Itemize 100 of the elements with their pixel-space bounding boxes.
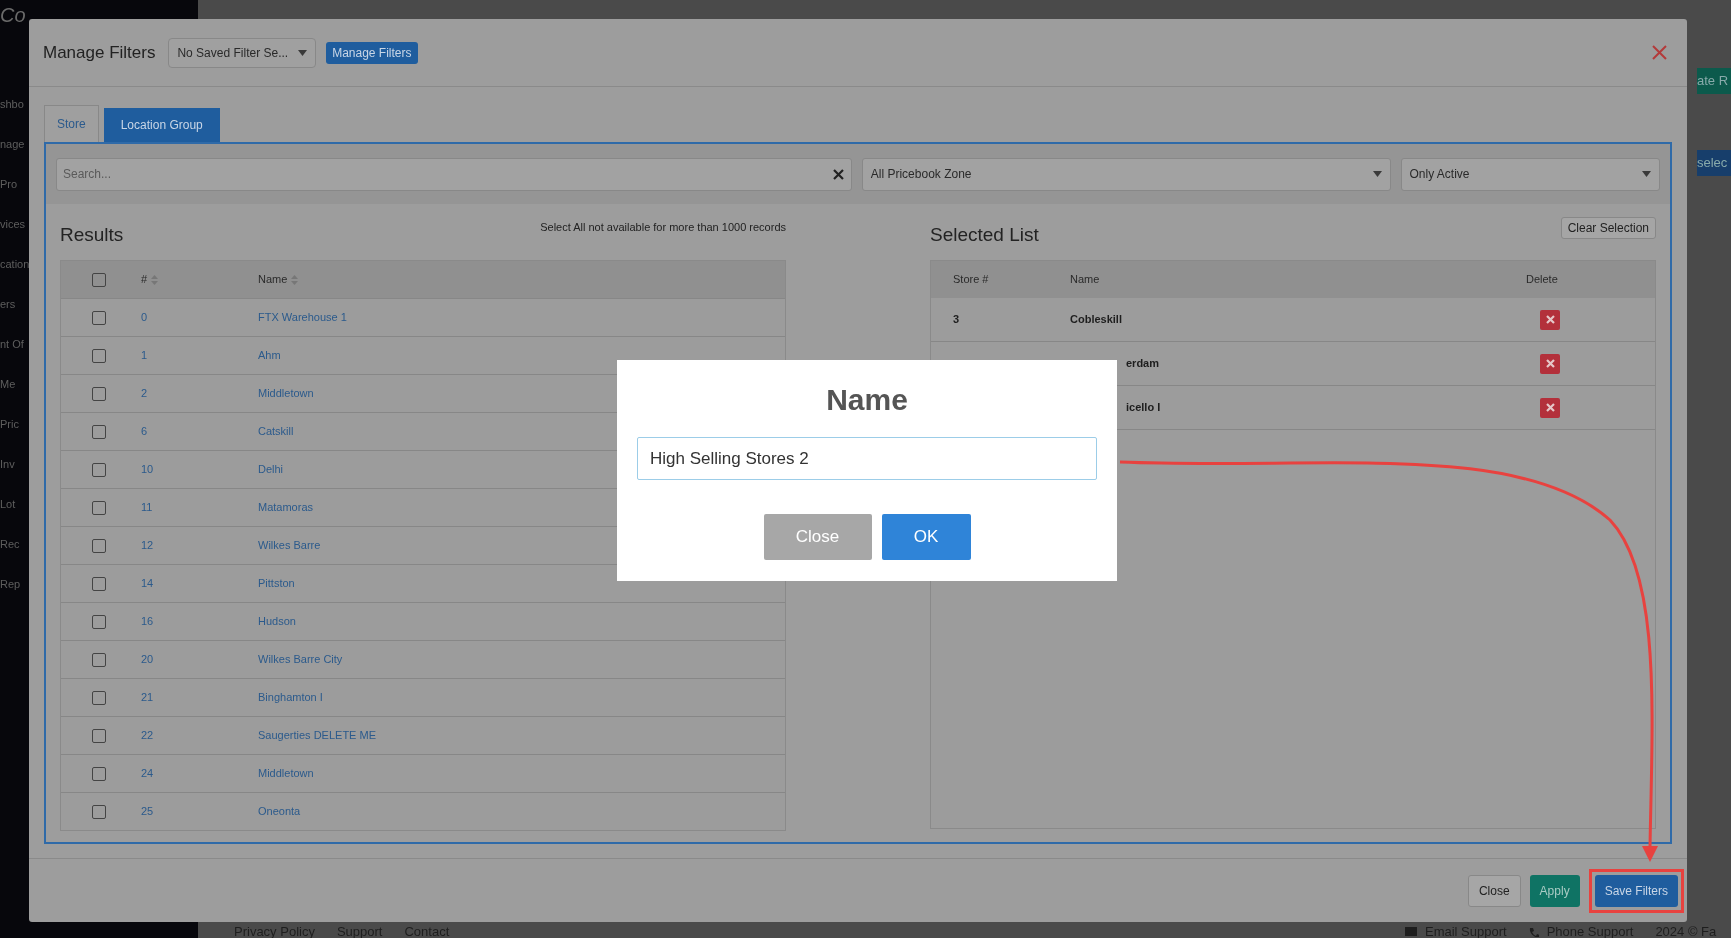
tab[interactable]: Store (44, 105, 99, 142)
sidebar-item[interactable]: Pric (0, 416, 19, 433)
save-filters-button[interactable]: Save Filters (1594, 874, 1678, 907)
column-header[interactable]: Name (258, 271, 288, 288)
close-icon[interactable] (1652, 45, 1667, 60)
table-link[interactable]: 1 (141, 347, 258, 364)
table-cell: erdam (1126, 357, 1160, 370)
sidebar-item[interactable]: ers (0, 296, 16, 313)
column-header: Name (1070, 272, 1101, 288)
table-link[interactable]: Pittston (258, 575, 295, 592)
checkbox[interactable] (92, 424, 106, 439)
sidebar-item[interactable]: nt Of (0, 336, 24, 353)
table-link[interactable]: Saugerties DELETE ME (258, 727, 376, 744)
table-link[interactable]: 2 (141, 385, 258, 402)
checkbox[interactable] (92, 690, 106, 705)
close-icon (1545, 359, 1555, 368)
caret-icon (298, 49, 308, 56)
envelope-icon (1405, 927, 1417, 937)
checkbox[interactable] (92, 272, 106, 287)
status-dropdown[interactable]: Only Active (1400, 157, 1660, 191)
delete-button[interactable] (1540, 397, 1560, 418)
sidebar-item[interactable]: Me (0, 376, 16, 393)
checkbox[interactable] (92, 766, 106, 781)
dialog-title: Name (826, 382, 908, 418)
table-link[interactable]: Delhi (258, 461, 284, 478)
page-button[interactable]: ate R (1697, 68, 1731, 94)
checkbox[interactable] (92, 804, 106, 819)
sidebar-item[interactable]: Pro (0, 176, 18, 193)
table-link[interactable]: Matamoras (258, 499, 314, 516)
checkbox[interactable] (92, 348, 106, 363)
delete-button[interactable] (1540, 353, 1560, 374)
clear-selection-button[interactable]: Clear Selection (1560, 217, 1656, 239)
table-link[interactable]: Hudson (258, 613, 296, 630)
sidebar-item[interactable]: vices (0, 216, 26, 233)
modal-title: Manage Filters (43, 41, 156, 64)
tab[interactable]: Location Group (103, 108, 220, 142)
section-title: Selected List (930, 222, 1039, 247)
column-header: Store # (953, 272, 990, 288)
checkbox[interactable] (92, 538, 106, 553)
search-field[interactable]: Search... (56, 157, 852, 191)
saved-filter-dropdown[interactable]: No Saved Filter Se... (168, 37, 317, 68)
sidebar-item[interactable]: Inv (0, 456, 15, 473)
table-link[interactable]: 22 (141, 727, 258, 744)
checkbox[interactable] (92, 462, 106, 477)
column-header: Delete (1526, 272, 1558, 288)
close-button[interactable]: Close (763, 514, 872, 560)
sidebar-item[interactable]: nage (0, 136, 25, 153)
table-link[interactable]: 25 (141, 803, 258, 820)
table-link[interactable]: 6 (141, 423, 258, 440)
table-link[interactable]: Ahm (258, 347, 281, 364)
caret-icon (1372, 171, 1382, 177)
sidebar-item[interactable]: Rep (0, 576, 21, 593)
apply-button[interactable]: Apply (1529, 874, 1580, 907)
section-title: Results (60, 222, 124, 247)
table-link[interactable]: Wilkes Barre (258, 537, 321, 554)
table-cell-text: 3 (953, 312, 961, 328)
manage-filters-button[interactable]: Manage Filters (326, 41, 418, 64)
checkbox[interactable] (92, 386, 106, 401)
table-link[interactable]: Binghamton I (258, 689, 323, 706)
table-link[interactable]: 10 (141, 461, 258, 478)
table-link[interactable]: FTX Warehouse 1 (258, 309, 347, 326)
table-link[interactable]: 24 (141, 765, 258, 782)
table-cell: Cobleskill (1070, 313, 1122, 326)
checkbox[interactable] (92, 500, 106, 515)
table-link[interactable]: Wilkes Barre City (258, 651, 343, 668)
checkbox[interactable] (92, 614, 106, 629)
column-header[interactable]: # (141, 271, 148, 288)
table-link[interactable]: 11 (141, 499, 258, 516)
table-link[interactable]: 16 (141, 613, 258, 630)
checkbox[interactable] (92, 310, 106, 325)
close-icon (1545, 315, 1555, 324)
clear-icon[interactable] (832, 168, 844, 180)
sidebar-item[interactable]: shbo (0, 96, 24, 113)
delete-button[interactable] (1540, 309, 1560, 330)
table-link[interactable]: Middletown (258, 385, 314, 402)
ok-button[interactable]: OK (881, 514, 971, 560)
page-button[interactable]: selec (1697, 150, 1731, 176)
table-link[interactable]: 20 (141, 651, 258, 668)
checkbox[interactable] (92, 576, 106, 591)
table-link[interactable]: 0 (141, 309, 258, 326)
close-icon (1545, 403, 1555, 412)
table-link[interactable]: 14 (141, 575, 258, 592)
sidebar-item[interactable]: Lot (0, 496, 16, 513)
zone-dropdown[interactable]: All Pricebook Zone (861, 157, 1391, 191)
close-button[interactable]: Close (1467, 874, 1521, 907)
checkbox[interactable] (92, 652, 106, 667)
info-text: Select All not available for more than 1000 records (540, 219, 786, 235)
table-link[interactable]: 21 (141, 689, 258, 706)
sidebar-item[interactable]: cation (0, 256, 30, 273)
table-link[interactable]: Oneonta (258, 803, 301, 820)
name-input[interactable]: High Selling Stores 2 (637, 437, 1097, 480)
phone-icon (1528, 926, 1539, 937)
caret-icon (1642, 171, 1651, 177)
table-link[interactable]: Middletown (258, 765, 314, 782)
table-link[interactable]: 12 (141, 537, 258, 554)
checkbox[interactable] (92, 728, 106, 743)
sidebar-item[interactable]: Rec (0, 536, 20, 553)
brand-logo: Co (0, 4, 26, 26)
table-cell: icello I (1126, 401, 1161, 414)
table-link[interactable]: Catskill (258, 423, 294, 440)
